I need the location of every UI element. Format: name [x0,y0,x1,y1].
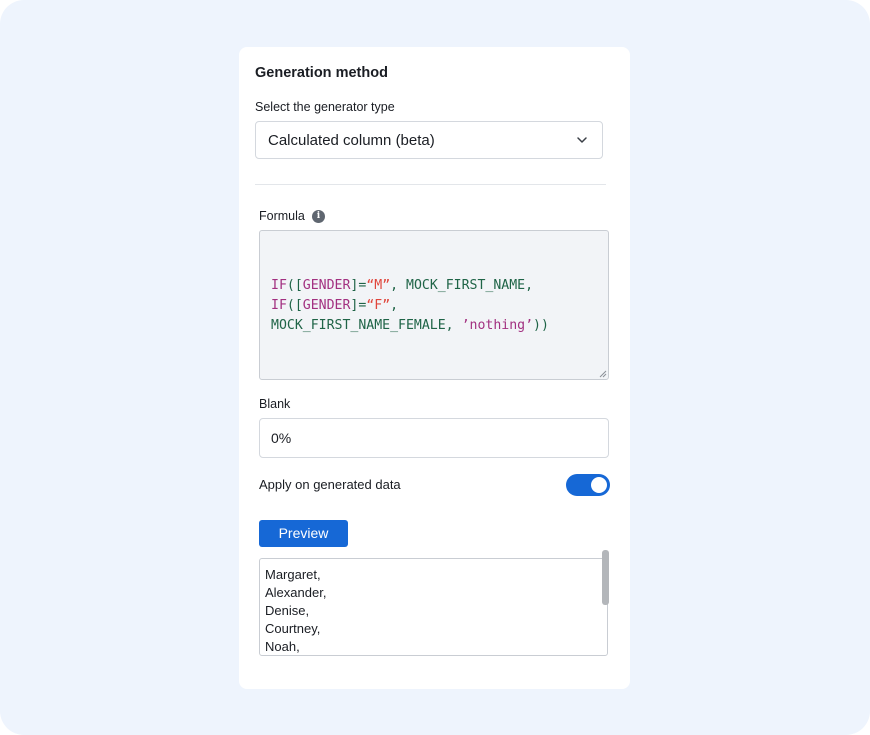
blank-label: Blank [259,397,291,411]
formula-token: , [390,298,399,313]
toggle-knob [591,477,607,493]
preview-item: Alexander, [265,585,327,600]
info-icon[interactable]: i [312,210,325,223]
generator-type-value: Calculated column (beta) [268,131,435,149]
preview-output[interactable]: Margaret, Alexander, Denise, Courtney, Noah, [259,558,608,656]
formula-token: IF [271,298,287,313]
formula-token: “F” [366,298,391,313]
formula-token: “M” [366,278,391,293]
formula-token: ]= [350,298,367,313]
formula-line: IF([GENDER]=“F”, [271,296,597,316]
formula-line: IF([GENDER]=“M”, MOCK_FIRST_NAME, [271,276,597,296]
generator-type-select[interactable]: Calculated column (beta) [255,121,603,159]
formula-token: ([ [286,278,303,293]
formula-token: GENDER [302,298,351,313]
formula-token: GENDER [302,278,351,293]
generation-method-panel: Generation method Select the generator t… [239,47,630,689]
formula-token: MOCK_FIRST_NAME_FEMALE, [271,318,462,333]
chevron-down-icon [577,137,587,143]
formula-token: )) [533,318,549,333]
generator-type-label: Select the generator type [255,100,395,114]
preview-button[interactable]: Preview [259,520,348,547]
formula-token: ]= [350,278,367,293]
blank-input[interactable]: 0% [259,418,609,458]
apply-toggle[interactable] [566,474,610,496]
preview-item: Noah, [265,639,300,654]
formula-token: , MOCK_FIRST_NAME, [390,278,534,293]
formula-label: Formula [259,209,305,223]
resize-handle-icon[interactable] [599,370,607,378]
preview-item: Denise, [265,603,310,618]
section-title: Generation method [255,65,388,81]
formula-token: IF [271,278,287,293]
formula-editor[interactable]: IF([GENDER]=“M”, MOCK_FIRST_NAME, IF([GEN… [259,230,609,380]
formula-token: ([ [286,298,303,313]
divider [255,184,606,185]
preview-scrollbar[interactable] [602,550,609,605]
blank-value: 0% [271,430,292,446]
preview-item: Courtney, [265,621,321,636]
preview-item: Margaret, [265,567,321,582]
apply-label: Apply on generated data [259,477,401,492]
formula-line: MOCK_FIRST_NAME_FEMALE, ’nothing’)) [271,316,597,336]
preview-list: Margaret, Alexander, Denise, Courtney, Noah, [265,566,327,655]
formula-token: ’nothing’ [461,318,534,333]
